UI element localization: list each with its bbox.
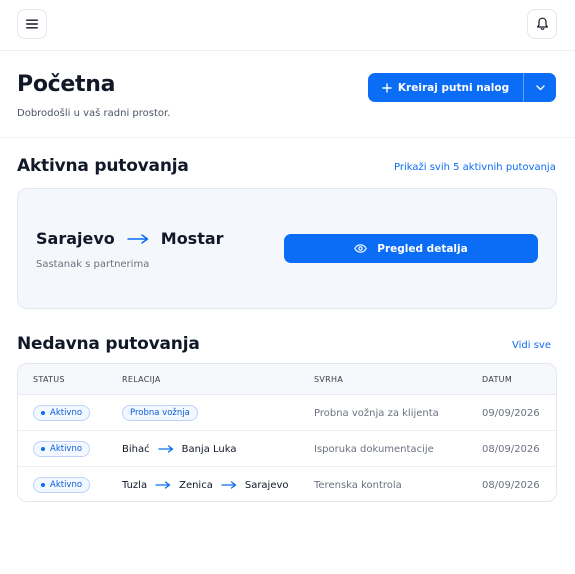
view-all-recent-trips-link[interactable]: Vidi sve — [512, 340, 551, 351]
page-title: Početna — [17, 72, 116, 97]
status-label: Aktivno — [50, 408, 83, 418]
relation-city: Bihać — [122, 443, 150, 455]
date-cell: 08/09/2026 — [482, 443, 540, 455]
relation-cell: Tuzla Zenica Sarajevo — [122, 467, 289, 501]
status-dot-icon — [41, 411, 45, 415]
column-header-date: DATUM — [482, 375, 513, 384]
table-row[interactable]: Aktivno Bihać Banja Luka Isporuka dokume… — [18, 431, 556, 467]
relation-city: Tuzla — [122, 479, 148, 491]
status-cell: Aktivno — [33, 395, 91, 431]
active-trip-purpose: Sastanak s partnerima — [36, 259, 150, 270]
status-cell: Aktivno — [33, 431, 91, 467]
status-cell: Aktivno — [33, 467, 91, 501]
route-destination: Mostar — [160, 229, 224, 248]
column-header-purpose: SVRHA — [314, 375, 344, 384]
top-bar — [0, 0, 575, 51]
create-travel-order-split-button: Kreiraj putni nalog — [368, 73, 556, 102]
relation-cell: Bihać Banja Luka — [122, 431, 237, 467]
relation-tag: Probna vožnja — [122, 405, 198, 421]
status-dot-icon — [41, 447, 45, 451]
menu-button[interactable] — [17, 9, 47, 39]
arrow-right-icon — [155, 481, 171, 489]
table-row[interactable]: Aktivno Tuzla Zenica Sarajevo Terenska k… — [18, 467, 556, 501]
relation-cell: Probna vožnja — [122, 395, 198, 431]
status-badge: Aktivno — [33, 477, 91, 493]
purpose-cell: Isporuka dokumentacije — [314, 443, 434, 455]
route-origin: Sarajevo — [36, 229, 115, 248]
date-cell: 08/09/2026 — [482, 479, 540, 491]
arrow-right-icon — [221, 481, 236, 489]
column-header-status: STATUS — [33, 375, 65, 384]
status-badge: Aktivno — [33, 441, 91, 457]
active-trip-route: Sarajevo Mostar — [36, 229, 224, 248]
create-travel-order-label: Kreiraj putni nalog — [397, 81, 510, 94]
status-label: Aktivno — [50, 444, 83, 454]
eye-icon — [354, 244, 368, 253]
active-trips-title: Aktivna putovanja — [17, 156, 189, 176]
table-row[interactable]: Aktivno Probna vožnja Probna vožnja za k… — [18, 395, 556, 431]
arrow-right-icon — [127, 233, 149, 244]
table-header: STATUS RELACIJA SVRHA DATUM — [18, 364, 556, 395]
view-details-label: Pregled detalja — [377, 242, 468, 255]
column-header-relation: RELACIJA — [122, 375, 161, 384]
status-badge: Aktivno — [33, 405, 91, 421]
view-details-button[interactable]: Pregled detalja — [284, 234, 538, 263]
page-header: Početna Dobrodošli u vaš radni prostor. … — [0, 52, 575, 138]
page-subtitle: Dobrodošli u vaš radni prostor. — [17, 108, 171, 119]
show-all-active-trips-link[interactable]: Prikaži svih 5 aktivnih putovanja — [394, 162, 556, 173]
purpose-cell: Probna vožnja za klijenta — [314, 407, 439, 419]
plus-icon — [382, 82, 392, 93]
arrow-right-icon — [157, 445, 173, 453]
notifications-button[interactable] — [527, 9, 557, 39]
recent-trips-table: STATUS RELACIJA SVRHA DATUM Aktivno Prob… — [17, 363, 557, 502]
relation-city: Zenica — [179, 479, 213, 491]
create-travel-order-button[interactable]: Kreiraj putni nalog — [368, 73, 524, 102]
menu-icon — [26, 19, 38, 29]
relation-city: Banja Luka — [181, 443, 237, 455]
bell-icon — [536, 17, 548, 30]
purpose-cell: Terenska kontrola — [314, 479, 402, 491]
chevron-down-icon — [535, 84, 545, 90]
active-trip-card: Sarajevo Mostar Sastanak s partnerima Pr… — [17, 188, 557, 309]
recent-trips-title: Nedavna putovanja — [17, 334, 200, 354]
relation-city: Sarajevo — [244, 479, 289, 491]
create-options-dropdown-button[interactable] — [524, 73, 556, 102]
status-label: Aktivno — [50, 480, 83, 490]
status-dot-icon — [41, 483, 45, 487]
date-cell: 09/09/2026 — [482, 407, 540, 419]
